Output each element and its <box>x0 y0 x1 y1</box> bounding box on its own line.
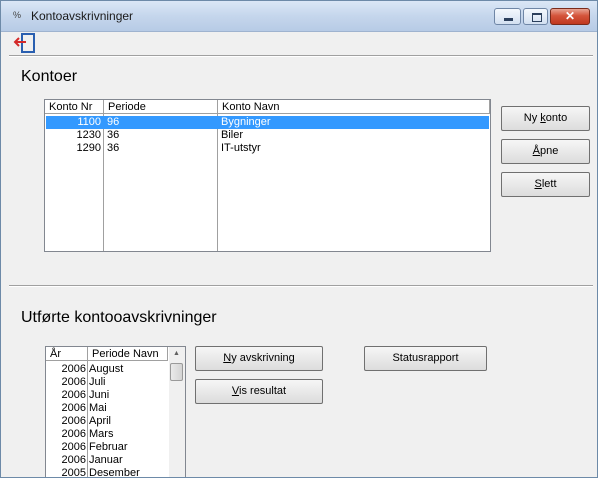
column-header-konto-navn[interactable]: Konto Navn <box>218 100 490 114</box>
open-label-post: pne <box>539 145 559 157</box>
column-header-ar[interactable]: År <box>46 347 88 361</box>
scroll-up-icon[interactable]: ▲ <box>169 347 184 361</box>
new-account-label-pre: Ny <box>523 112 541 124</box>
toolbar <box>1 32 597 56</box>
show-result-button[interactable]: Vis resultat <box>195 379 323 404</box>
maximize-button[interactable] <box>523 8 548 25</box>
delete-account-button[interactable]: Slett <box>501 172 590 197</box>
depreciation-year: 2006 <box>61 402 86 414</box>
account-nr: 1100 <box>77 116 101 128</box>
depreciations-list-header: År Periode Navn <box>46 347 185 362</box>
section-divider <box>9 285 593 287</box>
scrollbar-thumb[interactable] <box>170 363 183 381</box>
account-nr: 1230 <box>76 129 101 141</box>
depreciation-year: 2006 <box>61 415 86 427</box>
depreciation-period: Februar <box>89 441 128 453</box>
vertical-scrollbar[interactable]: ▲ <box>169 347 185 477</box>
accounts-list[interactable]: Konto Nr Periode Konto Navn 1100 96 Bygn… <box>44 99 491 252</box>
depreciation-year: 2006 <box>61 441 86 453</box>
depreciation-year: 2006 <box>61 389 86 401</box>
exit-door-icon[interactable] <box>13 32 37 54</box>
depreciation-row[interactable]: 2006 April <box>47 415 169 428</box>
delete-label-post: lett <box>541 178 557 190</box>
accounts-list-header: Konto Nr Periode Konto Navn <box>45 100 490 115</box>
column-header-periode[interactable]: Periode <box>104 100 218 114</box>
account-navn: IT-utstyr <box>221 142 261 154</box>
toolbar-divider <box>9 55 593 57</box>
close-icon: ✕ <box>564 9 576 23</box>
depreciation-year: 2006 <box>61 454 86 466</box>
delete-accesskey: S <box>534 178 542 190</box>
depreciation-row[interactable]: 2005 Desember <box>47 467 169 478</box>
minimize-icon <box>495 9 520 24</box>
depreciations-list[interactable]: År Periode Navn 2006 August 2006 Juli 20… <box>45 346 186 478</box>
depreciation-period: Juni <box>89 389 110 401</box>
depreciation-year: 2006 <box>61 428 86 440</box>
status-report-button[interactable]: Statusrapport <box>364 346 487 371</box>
depreciation-row[interactable]: 2006 Juni <box>47 389 169 402</box>
depreciation-period: April <box>89 415 112 427</box>
depreciation-period: Mai <box>89 402 107 414</box>
depreciation-year: 2006 <box>61 376 86 388</box>
depreciation-row[interactable]: 2006 Juli <box>47 376 169 389</box>
account-row[interactable]: 1230 36 Biler <box>46 129 489 142</box>
open-accesskey: Å <box>532 145 540 157</box>
open-account-button[interactable]: Åpne <box>501 139 590 164</box>
new-account-button[interactable]: Ny konto <box>501 106 590 131</box>
account-nr: 1290 <box>76 142 101 154</box>
main-window: % Kontoavskrivninger ✕ Kontoer Konto Nr … <box>0 0 598 478</box>
client-area: Kontoer Konto Nr Periode Konto Navn 1100… <box>1 32 597 477</box>
account-periode: 96 <box>107 116 120 128</box>
column-header-konto-nr[interactable]: Konto Nr <box>45 100 104 114</box>
account-navn: Bygninger <box>221 116 271 128</box>
show-result-label-post: is resultat <box>239 385 287 397</box>
account-row[interactable]: 1100 96 Bygninger <box>46 116 489 129</box>
depreciation-row[interactable]: 2006 Mars <box>47 428 169 441</box>
depreciation-row[interactable]: 2006 August <box>47 363 169 376</box>
account-navn: Biler <box>221 129 244 141</box>
account-periode: 36 <box>107 142 120 154</box>
depreciations-heading: Utførte kontooavskrivninger <box>21 309 217 326</box>
new-account-label-post: onto <box>545 112 568 124</box>
account-row[interactable]: 1290 36 IT-utstyr <box>46 142 489 155</box>
depreciation-period: Desember <box>89 467 140 478</box>
new-depreciation-label-post: y avskrivning <box>231 352 295 364</box>
depreciation-row[interactable]: 2006 Februar <box>47 441 169 454</box>
depreciation-year: 2006 <box>61 363 86 375</box>
depreciation-period: Juli <box>89 376 106 388</box>
show-result-accesskey: V <box>231 385 240 397</box>
minimize-button[interactable] <box>494 8 521 25</box>
maximize-icon <box>524 9 547 24</box>
window-title: Kontoavskrivninger <box>31 9 134 23</box>
status-report-label: Statusrapport <box>392 352 459 364</box>
new-depreciation-button[interactable]: Ny avskrivning <box>195 346 323 371</box>
accounts-heading: Kontoer <box>21 68 78 85</box>
new-depreciation-accesskey: N <box>223 352 232 364</box>
depreciation-row[interactable]: 2006 Januar <box>47 454 169 467</box>
column-header-periode-navn[interactable]: Periode Navn <box>88 347 168 361</box>
app-icon: % <box>12 10 21 20</box>
account-periode: 36 <box>107 129 120 141</box>
depreciation-period: August <box>89 363 124 375</box>
close-button[interactable]: ✕ <box>550 8 590 25</box>
title-bar[interactable]: % Kontoavskrivninger ✕ <box>1 1 597 32</box>
depreciation-period: Januar <box>89 454 123 466</box>
depreciation-row[interactable]: 2006 Mai <box>47 402 169 415</box>
depreciation-year: 2005 <box>61 467 86 478</box>
depreciation-period: Mars <box>89 428 114 440</box>
